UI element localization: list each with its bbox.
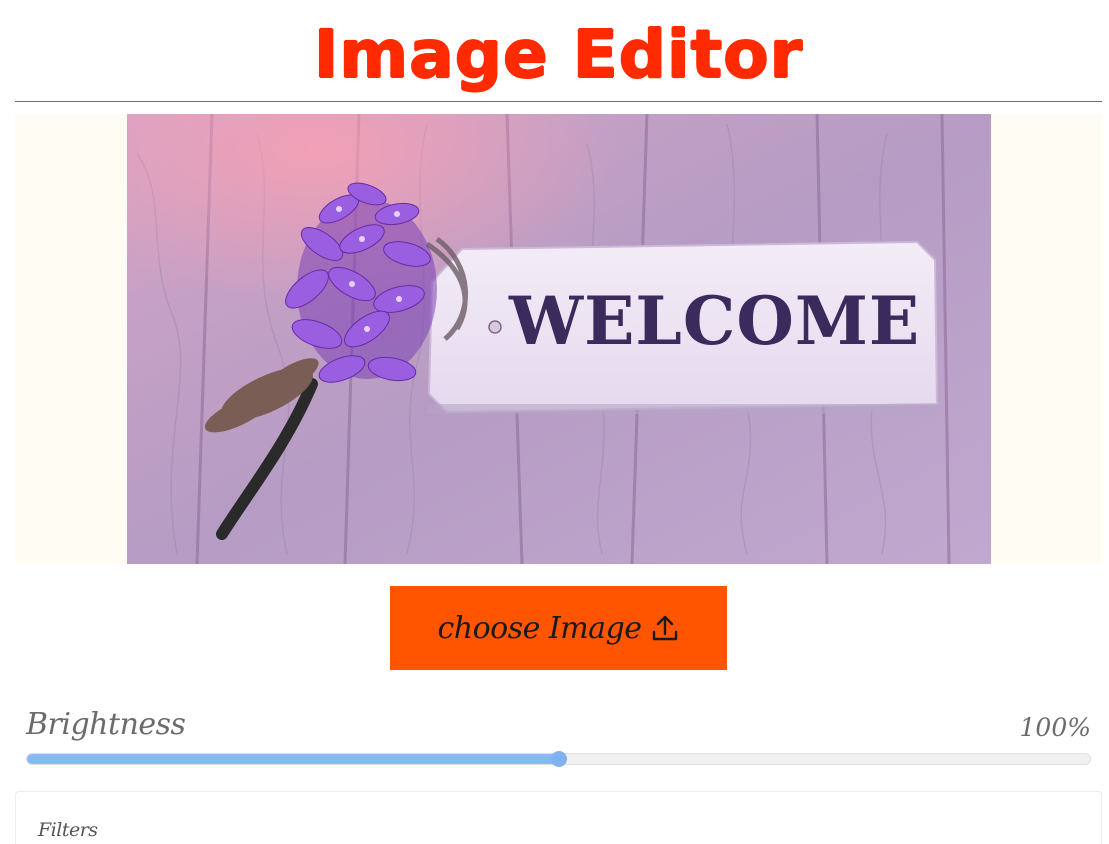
brightness-slider[interactable] — [26, 751, 1091, 767]
app-header: Image Editor — [15, 0, 1102, 102]
filters-title: Filters — [38, 819, 98, 841]
choose-image-label: choose Image — [437, 610, 642, 646]
app-title: Image Editor — [313, 16, 804, 93]
filters-panel: Filters — [15, 791, 1102, 844]
image-preview: WELCOME — [127, 114, 991, 564]
choose-image-button[interactable]: choose Image — [390, 586, 727, 670]
upload-icon — [650, 613, 680, 643]
brightness-slider-thumb[interactable] — [550, 751, 567, 767]
brightness-value: 100% — [1019, 713, 1091, 742]
brightness-slider-fill — [27, 754, 559, 764]
brightness-label: Brightness — [26, 707, 186, 742]
image-canvas-area: WELCOME — [15, 114, 1102, 564]
sign-text: WELCOME — [508, 282, 920, 360]
